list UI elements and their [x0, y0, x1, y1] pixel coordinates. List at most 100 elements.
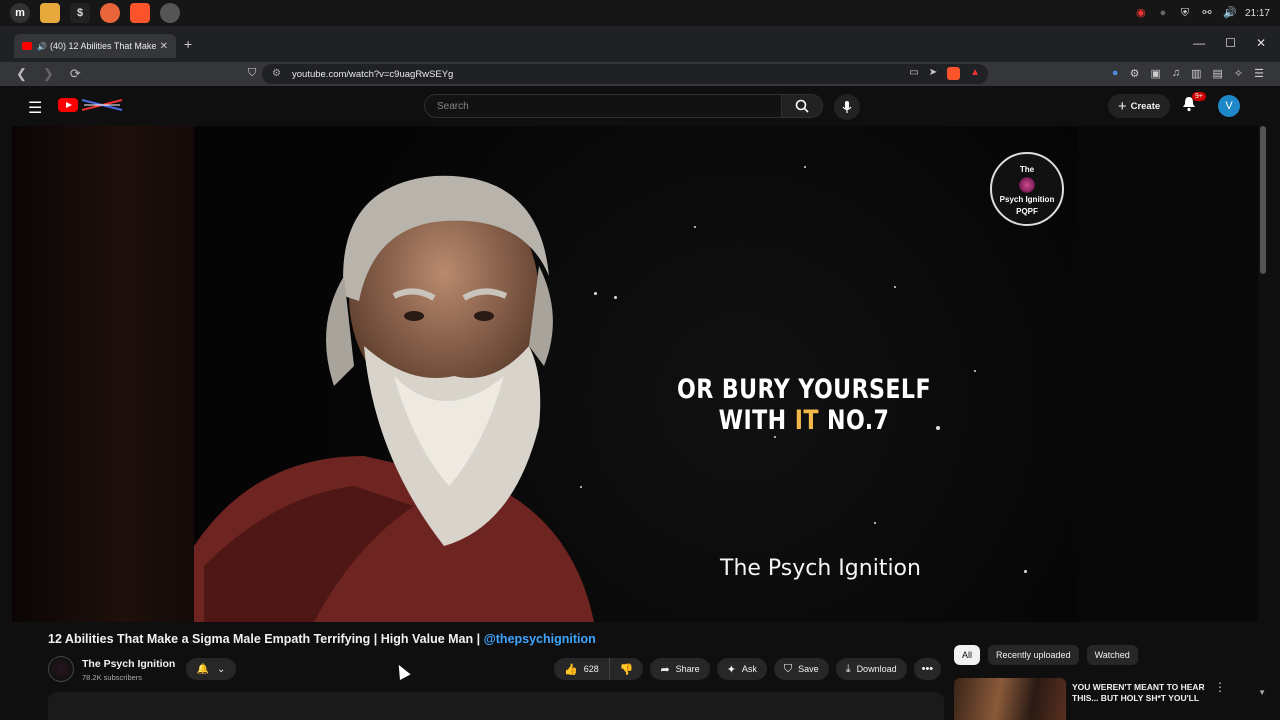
recommended-video[interactable]: YOU WEREN'T MEANT TO HEAR THIS... BUT HO…: [954, 678, 1254, 720]
more-actions-button[interactable]: •••: [913, 658, 942, 680]
new-tab-button[interactable]: +: [184, 36, 192, 52]
share-button[interactable]: ➦ Share: [650, 658, 710, 680]
video-player[interactable]: OR BURY YOURSELF WITH IT NO.7 The Psych …: [12, 126, 1258, 622]
chip-recently-uploaded[interactable]: Recently uploaded: [988, 645, 1079, 665]
thumbs-up-icon: 👍: [564, 663, 578, 676]
recommended-thumbnail[interactable]: [954, 678, 1066, 720]
back-icon[interactable]: ❮: [16, 66, 27, 82]
more-vertical-icon[interactable]: ⋮: [1214, 680, 1226, 694]
badge-text: The: [1019, 165, 1035, 174]
channel-avatar[interactable]: [48, 656, 74, 682]
mint-menu-icon[interactable]: m: [10, 3, 30, 23]
leo-icon[interactable]: ✧: [1234, 67, 1243, 80]
close-window-icon[interactable]: ✕: [1256, 36, 1266, 50]
like-button[interactable]: 👍 628: [554, 658, 609, 680]
save-label: Save: [798, 664, 819, 674]
bell-icon: 🔔: [196, 663, 210, 675]
ask-button[interactable]: ✦ Ask: [716, 658, 767, 680]
files-icon[interactable]: [40, 3, 60, 23]
youtube-logo-icon[interactable]: [58, 98, 78, 112]
video-caption: OR BURY YOURSELF WITH IT NO.7: [648, 374, 960, 436]
star: [874, 522, 876, 524]
more-horizontal-icon: •••: [921, 663, 934, 675]
guide-menu-icon[interactable]: ☰: [28, 98, 42, 118]
forward-icon[interactable]: ❯: [43, 66, 54, 82]
reload-icon[interactable]: ⟳: [70, 66, 81, 82]
chromium-icon[interactable]: [160, 3, 180, 23]
star: [580, 486, 582, 488]
address-bar[interactable]: ⛉ ⚙ youtube.com/watch?v=c9uagRwSEYg ▭ ➤ …: [248, 64, 988, 84]
star: [594, 292, 597, 295]
cast-icon[interactable]: ▭: [909, 67, 918, 80]
search-button[interactable]: [781, 94, 823, 118]
brave-shields-icon[interactable]: [947, 67, 961, 80]
chip-all[interactable]: All: [954, 645, 981, 665]
video-frame[interactable]: OR BURY YOURSELF WITH IT NO.7 The Psych …: [194, 126, 1078, 622]
star: [1024, 570, 1027, 573]
action-bar: 👍 628 👎 ➦ Share ✦ Ask ⛉ Save ⤓ Download …: [554, 658, 942, 680]
star: [694, 226, 696, 228]
youtube-header: ☰ Search + Create 9+ V: [0, 86, 1280, 126]
account-avatar[interactable]: V: [1218, 95, 1240, 117]
save-button[interactable]: ⛉ Save: [773, 658, 829, 680]
browser-tab-active[interactable]: 🔊 (40) 12 Abilities That Make ✕: [14, 34, 176, 58]
chevron-down-icon: ⌄: [217, 663, 226, 675]
download-icon: ⤓: [845, 662, 851, 675]
channel-handle-link[interactable]: @thepsychignition: [484, 632, 596, 646]
clock[interactable]: 21:17: [1245, 8, 1270, 19]
description-box[interactable]: [48, 692, 944, 720]
plus-icon: +: [1117, 97, 1127, 115]
brave-icon[interactable]: [130, 3, 150, 23]
audio-playing-icon[interactable]: 🔊: [37, 42, 47, 51]
shield-icon[interactable]: ⛨: [1179, 7, 1191, 19]
share-label: Share: [675, 664, 700, 674]
sparkle-icon: ✦: [726, 663, 736, 676]
star: [974, 370, 976, 372]
create-label: Create: [1130, 100, 1161, 112]
minimize-icon[interactable]: —: [1193, 36, 1205, 50]
scroll-down-icon[interactable]: ▼: [1258, 688, 1266, 697]
chip-watched[interactable]: Watched: [1086, 645, 1138, 665]
dislike-button[interactable]: 👎: [608, 658, 644, 680]
subscription-notification-button[interactable]: 🔔 ⌄: [186, 658, 236, 680]
tab-title: (40) 12 Abilities That Make: [49, 41, 156, 51]
star: [804, 166, 806, 168]
doodle-logo-icon[interactable]: [80, 98, 124, 112]
url-text[interactable]: youtube.com/watch?v=c9uagRwSEYg: [292, 69, 453, 80]
music-icon[interactable]: ♫: [1172, 67, 1180, 80]
menu-icon[interactable]: ☰: [1254, 67, 1264, 80]
notifications-button[interactable]: 9+: [1182, 92, 1206, 117]
close-tab-icon[interactable]: ✕: [160, 41, 168, 52]
star: [614, 296, 617, 299]
badge-text: PQPF: [1016, 207, 1038, 216]
maximize-icon[interactable]: ☐: [1225, 36, 1236, 50]
network-icon[interactable]: ⚯: [1201, 7, 1213, 19]
voice-search-button[interactable]: [834, 94, 860, 120]
firefox-icon[interactable]: [100, 3, 120, 23]
screenshot-icon[interactable]: ▣: [1150, 67, 1160, 80]
volume-icon[interactable]: 🔊: [1223, 7, 1237, 19]
recommended-title[interactable]: YOU WEREN'T MEANT TO HEAR THIS... BUT HO…: [1072, 682, 1222, 704]
video-watermark: The Psych Ignition: [720, 556, 921, 581]
download-button[interactable]: ⤓ Download: [835, 658, 907, 680]
sidebar-icon[interactable]: ▥: [1191, 67, 1201, 80]
star: [894, 286, 896, 288]
create-button[interactable]: + Create: [1108, 94, 1170, 118]
search-input[interactable]: Search: [424, 94, 782, 118]
site-info-icon[interactable]: ⚙: [272, 68, 281, 79]
puzzle-icon[interactable]: ⚙: [1130, 67, 1140, 80]
browser-toolbar: ❮ ❯ ⟳ ⛉ ⚙ youtube.com/watch?v=c9uagRwSEY…: [0, 62, 1280, 86]
bookmark-icon[interactable]: ⛉: [248, 67, 256, 80]
page-scrollbar[interactable]: [1260, 126, 1266, 274]
extension-icon[interactable]: ●: [1112, 67, 1119, 80]
opera-tray-icon[interactable]: ◉: [1135, 7, 1147, 19]
channel-watermark-badge[interactable]: The Psych Ignition PQPF: [990, 152, 1064, 226]
extensions-bar: ● ⚙ ▣ ♫ ▥ ▤ ✧ ☰: [1112, 67, 1264, 80]
brave-rewards-icon[interactable]: ▲: [970, 67, 980, 80]
terminal-icon[interactable]: $: [70, 3, 90, 23]
wallet-icon[interactable]: ▤: [1213, 67, 1223, 80]
send-icon[interactable]: ➤: [929, 67, 937, 80]
caption-highlight: IT: [794, 405, 819, 436]
channel-name[interactable]: The Psych Ignition: [82, 658, 175, 670]
swirl-logo-icon: [1018, 176, 1036, 194]
